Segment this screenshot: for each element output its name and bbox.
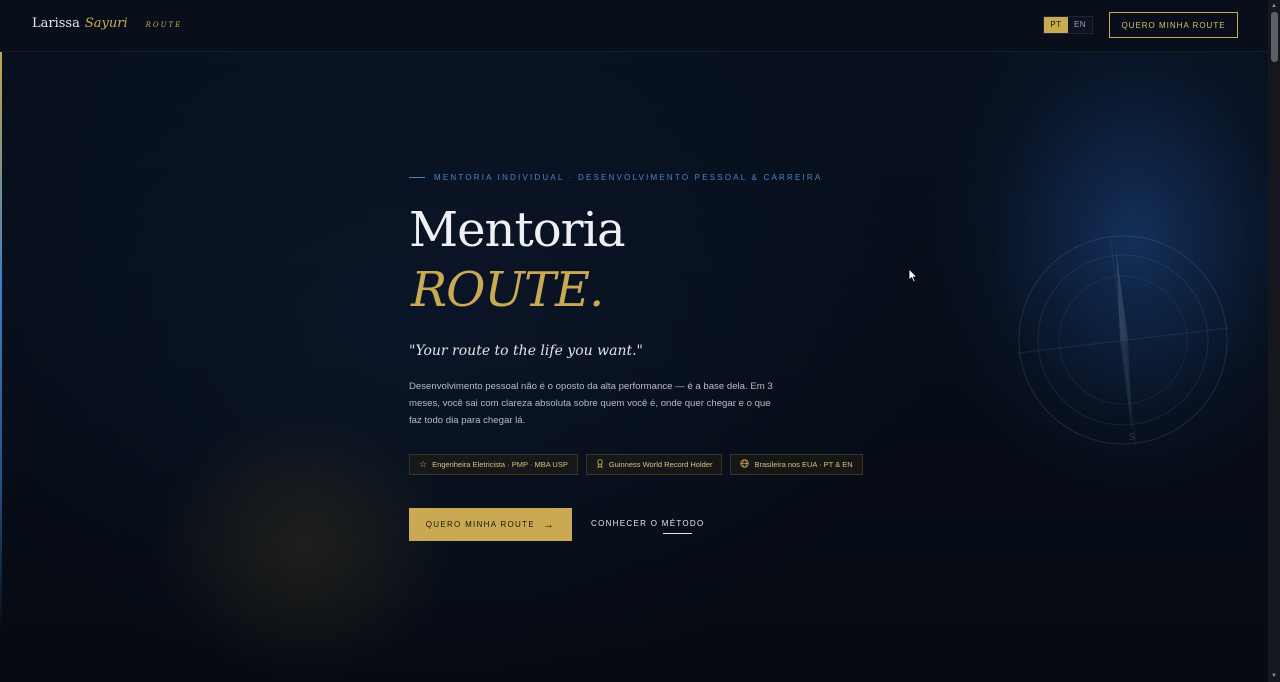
- top-navigation: Larissa Sayuri ROUTE PT EN QUERO MINHA R…: [0, 0, 1268, 52]
- hero-title-line1: Mentoria: [409, 202, 626, 258]
- secondary-cta-underline: [663, 533, 692, 534]
- arrow-right-icon: →: [542, 518, 556, 531]
- badge-record: Guinness World Record Holder: [585, 454, 723, 475]
- eyebrow-text: MENTORIA INDIVIDUAL · DESENVOLVIMENTO PE…: [434, 173, 823, 182]
- mouse-cursor-icon: [908, 268, 918, 283]
- badge-location: Brasileira nos EUA · PT & EN: [730, 454, 863, 475]
- credential-badges: ☆ Engenheira Eletricista · PMP · MBA USP…: [409, 454, 871, 475]
- scroll-down-arrow-icon[interactable]: ▼: [1271, 673, 1277, 679]
- brand-first-name: Larissa: [32, 16, 80, 31]
- scrollbar-thumb[interactable]: [1271, 12, 1278, 62]
- globe-icon: [740, 459, 750, 470]
- hero-quote: "Your route to the life you want.": [409, 343, 643, 359]
- badge-text: Brasileira nos EUA · PT & EN: [754, 460, 853, 469]
- badge-text: Guinness World Record Holder: [608, 460, 713, 469]
- language-switcher: PT EN: [1043, 16, 1093, 34]
- scroll-up-arrow-icon[interactable]: ▲: [1271, 3, 1277, 9]
- lang-en-button[interactable]: EN: [1068, 17, 1092, 33]
- secondary-cta-link[interactable]: CONHECER O MÉTODO: [591, 519, 705, 534]
- hero-title-line2: ROUTE.: [411, 262, 604, 318]
- lang-pt-button[interactable]: PT: [1044, 17, 1068, 33]
- badge-text: Engenheira Eletricista · PMP · MBA USP: [432, 460, 568, 469]
- badge-credentials: ☆ Engenheira Eletricista · PMP · MBA USP: [409, 454, 578, 475]
- scroll-progress-strip: [0, 52, 2, 632]
- hero-description: Desenvolvimento pessoal não é o oposto d…: [409, 381, 773, 426]
- brand-last-name: Sayuri: [84, 16, 128, 31]
- brand-logo[interactable]: Larissa Sayuri ROUTE: [32, 16, 182, 31]
- compass-icon: S: [1017, 235, 1229, 445]
- star-icon: ☆: [419, 459, 428, 469]
- hero-eyebrow: MENTORIA INDIVIDUAL · DESENVOLVIMENTO PE…: [409, 173, 822, 182]
- secondary-cta-label: CONHECER O MÉTODO: [591, 519, 705, 528]
- page-scrollbar[interactable]: ▲ ▼: [1268, 0, 1280, 682]
- award-icon: [596, 459, 604, 470]
- compass-south-label: S: [1129, 433, 1135, 443]
- primary-cta-label: QUERO MINHA ROUTE: [425, 520, 535, 529]
- eyebrow-divider: [409, 177, 425, 178]
- primary-cta-button[interactable]: QUERO MINHA ROUTE →: [409, 508, 572, 541]
- brand-tagline: ROUTE: [145, 21, 183, 29]
- header-cta-button[interactable]: QUERO MINHA ROUTE: [1109, 12, 1238, 38]
